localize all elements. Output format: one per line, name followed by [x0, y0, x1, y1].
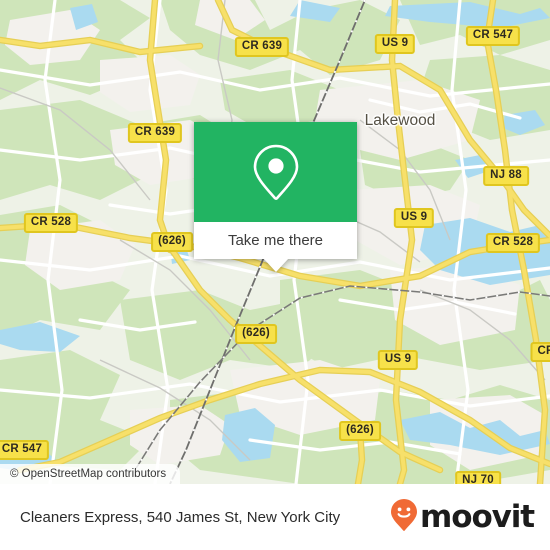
map-pin-icon [249, 143, 303, 201]
place-label-lakewood: Lakewood [364, 112, 436, 129]
road-shield[interactable]: US 9 [393, 208, 435, 228]
road-shield[interactable]: (626) [235, 324, 277, 344]
popup-action-bar[interactable]: Take me there [194, 222, 357, 272]
road-shield[interactable]: CR [530, 342, 550, 362]
take-me-there-button[interactable]: Take me there [228, 232, 323, 249]
popup-header [194, 122, 357, 222]
road-shield[interactable]: CR 639 [234, 37, 290, 57]
road-shield[interactable]: CR 547 [0, 440, 50, 460]
road-shield[interactable]: CR 528 [485, 233, 541, 253]
moovit-pin-smiley-icon [389, 498, 419, 537]
road-shield[interactable]: (626) [151, 232, 193, 252]
road-shield[interactable]: CR 528 [23, 213, 79, 233]
map-canvas[interactable]: Lakewood CR 639 US 9 CR 547 CR 639 NJ 88… [0, 0, 550, 484]
popup-pointer-tail [262, 258, 289, 272]
road-shield[interactable]: NJ 88 [483, 166, 529, 186]
road-shield[interactable]: CR 639 [127, 123, 183, 143]
location-title: Cleaners Express, 540 James St, New York… [20, 508, 341, 526]
location-popup-card[interactable]: Take me there [194, 122, 357, 272]
road-shield[interactable]: US 9 [377, 350, 419, 370]
moovit-logo[interactable]: moovit [389, 498, 535, 537]
road-shield[interactable]: NJ 70 [455, 471, 501, 484]
osm-attribution[interactable]: © OpenStreetMap contributors [0, 464, 181, 484]
road-shield[interactable]: CR 547 [465, 26, 521, 46]
road-shield[interactable]: US 9 [374, 34, 416, 54]
road-shield[interactable]: (626) [339, 421, 381, 441]
moovit-map-screenshot: Lakewood CR 639 US 9 CR 547 CR 639 NJ 88… [0, 0, 550, 550]
footer-bar: Cleaners Express, 540 James St, New York… [0, 484, 550, 550]
moovit-wordmark: moovit [420, 498, 535, 535]
